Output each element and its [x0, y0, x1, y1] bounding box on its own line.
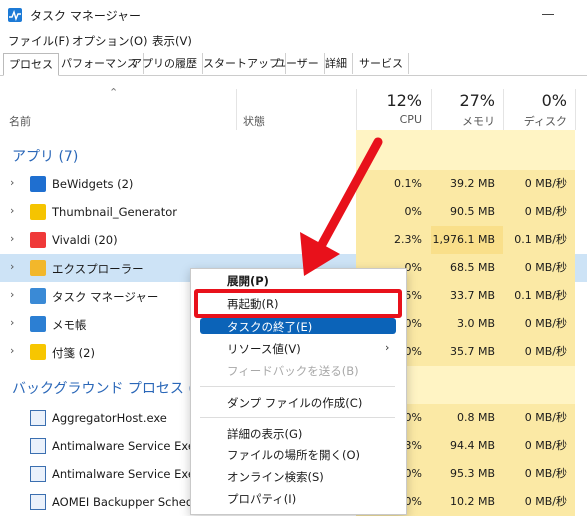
menu-file[interactable]: ファイル(F) [8, 33, 70, 49]
menu-separator [200, 386, 395, 387]
tab-processes[interactable]: プロセス [3, 53, 59, 76]
menu-send-feedback: フィードバックを送る(B) [227, 364, 359, 378]
memory-cell: 90.5 MB [431, 198, 503, 226]
task-manager-app-icon [8, 8, 22, 22]
memory-cell: 1,976.1 MB [431, 226, 503, 254]
window-title: タスク マネージャー [30, 9, 141, 23]
annotation-highlight-box [194, 289, 402, 318]
memory-cell: 33.7 MB [431, 282, 503, 310]
expand-chevron-icon[interactable]: › [10, 176, 14, 189]
menu-expand[interactable]: 展開(P) [227, 273, 269, 289]
disk-cell: 0 MB/秒 [503, 170, 575, 198]
expand-chevron-icon[interactable]: › [10, 204, 14, 217]
menu-resource-values[interactable]: リソース値(V) [227, 341, 301, 357]
menu-properties[interactable]: プロパティ(I) [227, 491, 296, 507]
process-name: BeWidgets (2) [52, 177, 134, 191]
expand-chevron-icon[interactable]: › [10, 344, 14, 357]
process-name: Vivaldi (20) [52, 233, 118, 247]
memory-cell: 39.2 MB [431, 170, 503, 198]
process-icon [30, 494, 46, 510]
menu-end-task[interactable]: タスクの終了(E) [227, 319, 312, 335]
disk-cell: 0 MB/秒 [503, 254, 575, 282]
folder-icon [30, 260, 46, 276]
process-icon [30, 438, 46, 454]
sticky-notes-icon [30, 344, 46, 360]
column-status[interactable]: 状態 [243, 113, 265, 129]
process-icon [30, 410, 46, 426]
annotation-arrow-icon [300, 137, 383, 276]
memory-cell: 0.8 MB [431, 404, 503, 432]
submenu-arrow-icon: › [385, 341, 390, 354]
memory-cell: 35.7 MB [431, 338, 503, 366]
vivaldi-icon [30, 232, 46, 248]
disk-percent: 0% [541, 91, 567, 110]
menu-separator [200, 417, 395, 418]
memory-cell: 95.3 MB [431, 460, 503, 488]
memory-cell: 94.4 MB [431, 432, 503, 460]
bewidgets-icon [30, 176, 46, 192]
notepad-icon [30, 316, 46, 332]
process-name: AOMEI Backupper Schedu [52, 495, 201, 509]
process-name: エクスプローラー [52, 262, 144, 276]
memory-cell: 68.5 MB [431, 254, 503, 282]
memory-cell: 10.2 MB [431, 488, 503, 516]
disk-cell: 0 MB/秒 [503, 432, 575, 460]
menu-view[interactable]: 表示(V) [152, 33, 192, 49]
process-name: 付箋 (2) [52, 346, 95, 360]
disk-cell: 0 MB/秒 [503, 460, 575, 488]
column-memory[interactable]: メモリ [431, 113, 495, 129]
disk-cell: 0 MB/秒 [503, 488, 575, 516]
section-apps-header: アプリ (7) [12, 149, 79, 165]
thumbnail-icon [30, 204, 46, 220]
process-name: Antimalware Service Execu [52, 467, 209, 481]
process-icon [30, 466, 46, 482]
sort-chevron-icon[interactable]: ⌃ [109, 86, 118, 99]
section-background-header: バックグラウンド プロセス (10 [12, 381, 212, 397]
disk-cell: 0 MB/秒 [503, 338, 575, 366]
taskmanager-icon [30, 288, 46, 304]
tab-details[interactable]: 詳細 [320, 53, 353, 74]
column-name[interactable]: 名前 [9, 113, 31, 129]
column-cpu[interactable]: CPU [356, 113, 422, 126]
column-disk[interactable]: ディスク [503, 113, 567, 129]
process-name: AggregatorHost.exe [52, 411, 167, 425]
process-name: タスク マネージャー [52, 290, 159, 304]
disk-cell: 0.1 MB/秒 [503, 226, 575, 254]
process-name: メモ帳 [52, 318, 87, 332]
disk-cell: 0 MB/秒 [503, 404, 575, 432]
process-name: Antimalware Service Execu [52, 439, 209, 453]
menu-open-file-location[interactable]: ファイルの場所を開く(O) [227, 447, 360, 463]
expand-chevron-icon[interactable]: › [10, 288, 14, 301]
tab-services[interactable]: サービス [354, 53, 409, 74]
column-divider [236, 89, 237, 130]
column-divider [575, 89, 576, 130]
expand-chevron-icon[interactable]: › [10, 232, 14, 245]
memory-cell: 3.0 MB [431, 310, 503, 338]
cpu-percent: 12% [386, 91, 422, 110]
menu-create-dump[interactable]: ダンプ ファイルの作成(C) [227, 395, 362, 411]
menu-go-to-details[interactable]: 詳細の表示(G) [227, 426, 302, 442]
process-name: Thumbnail_Generator [52, 205, 177, 219]
disk-cell: 0 MB/秒 [503, 310, 575, 338]
tab-users[interactable]: ユーザー [270, 53, 325, 74]
disk-cell: 0 MB/秒 [503, 198, 575, 226]
minimize-button[interactable] [542, 14, 554, 15]
expand-chevron-icon[interactable]: › [10, 260, 14, 273]
memory-percent: 27% [459, 91, 495, 110]
menu-options[interactable]: オプション(O) [72, 33, 148, 49]
tab-app-history[interactable]: アプリの履歴 [126, 53, 203, 74]
disk-cell: 0.1 MB/秒 [503, 282, 575, 310]
menu-search-online[interactable]: オンライン検索(S) [227, 469, 324, 485]
expand-chevron-icon[interactable]: › [10, 316, 14, 329]
